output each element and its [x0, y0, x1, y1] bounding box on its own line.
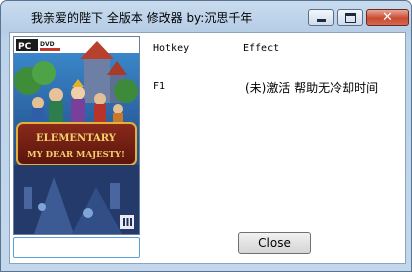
platform-label: PC	[18, 42, 32, 52]
window-title: 我亲爱的陛下 全版本 修改器 by:沉思千年	[31, 11, 253, 25]
hotkey-cell: F1	[153, 81, 166, 92]
client-area: PC DVD ELEMENTARY MY DEAR MAJESTY! Hotke…	[9, 32, 406, 264]
minimize-button[interactable]	[308, 9, 334, 26]
close-button[interactable]: Close	[238, 232, 311, 254]
game-cover-image: PC DVD ELEMENTARY MY DEAR MAJESTY!	[13, 36, 140, 235]
hotkey-column-header: Hotkey	[153, 43, 190, 54]
trainer-window: 我亲爱的陛下 全版本 修改器 by:沉思千年 ✕ PC DVD ELEMENTA…	[0, 0, 412, 272]
maximize-icon	[344, 12, 356, 23]
title-bar[interactable]: 我亲爱的陛下 全版本 修改器 by:沉思千年 ✕	[1, 1, 411, 33]
dvd-label: DVD	[40, 41, 55, 48]
maximize-button[interactable]	[337, 9, 363, 26]
effect-cell: (未)激活 帮助无冷却时间	[245, 81, 379, 95]
minimize-icon	[316, 18, 326, 22]
hotkey-entry-field[interactable]	[13, 237, 140, 258]
logo-line2: MY DEAR MAJESTY!	[27, 150, 125, 160]
effect-column-header: Effect	[243, 43, 280, 54]
close-window-button[interactable]: ✕	[366, 9, 409, 26]
logo-line1: ELEMENTARY	[36, 133, 117, 144]
close-icon: ✕	[382, 10, 393, 25]
